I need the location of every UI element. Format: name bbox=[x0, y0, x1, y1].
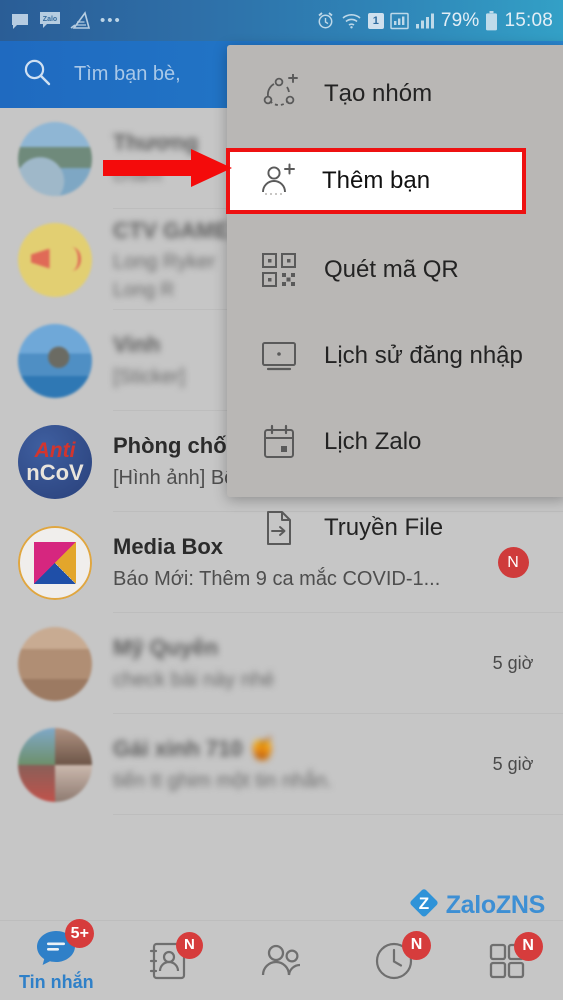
menu-item-add-friend[interactable]: Thêm bạn bbox=[226, 148, 526, 214]
notification-count-badge: 1 bbox=[367, 12, 384, 29]
menu-item-label: Lịch Zalo bbox=[324, 428, 422, 455]
timeline-clock-icon[interactable]: N bbox=[373, 930, 432, 982]
calendar-icon bbox=[260, 423, 304, 461]
qr-code-icon bbox=[260, 251, 304, 289]
zalo-app-screen: Zalo ••• 1 79% 15:08 Tìm bạn bè, Thương … bbox=[0, 0, 563, 1000]
status-bar-left-icons: Zalo ••• bbox=[10, 10, 122, 31]
chat-preview: tiến tt ghim một tin nhắn. bbox=[113, 769, 333, 792]
monitor-icon bbox=[260, 337, 304, 375]
menu-item-scan-qr[interactable]: Quét mã QR bbox=[227, 238, 563, 302]
avatar: Anti nCoV bbox=[18, 424, 92, 499]
clock-label: 15:08 bbox=[504, 9, 553, 31]
nav-badge: N bbox=[175, 931, 203, 959]
nav-tab-timeline[interactable]: N bbox=[338, 921, 451, 1000]
zalo-icon: Zalo bbox=[39, 11, 61, 30]
chat-text-block: Mỹ Quyên check bài này nhé bbox=[113, 634, 475, 693]
add-friend-icon bbox=[258, 161, 302, 201]
battery-icon bbox=[485, 10, 498, 31]
message-icon bbox=[10, 11, 30, 31]
nav-tab-more-apps[interactable]: N bbox=[450, 921, 563, 1000]
chat-list-item[interactable]: Gái xinh 710 🍯 tiến tt ghim một tin nhắn… bbox=[0, 714, 563, 815]
file-transfer-icon bbox=[260, 509, 304, 547]
chat-text-block: Gái xinh 710 🍯 tiến tt ghim một tin nhắn… bbox=[113, 735, 475, 794]
nav-badge: N bbox=[513, 931, 543, 961]
svg-text:Z: Z bbox=[419, 894, 429, 913]
menu-item-label: Lịch sử đăng nhập bbox=[324, 342, 523, 369]
chat-timestamp: 5 giờ bbox=[492, 754, 534, 774]
zalozns-watermark: Z ZaloZNS bbox=[408, 887, 545, 924]
more-apps-icon[interactable]: N bbox=[487, 931, 543, 981]
more-dots-icon: ••• bbox=[100, 12, 122, 29]
boat-icon bbox=[70, 10, 91, 31]
alarm-clock-icon bbox=[316, 11, 335, 30]
overflow-dropdown-menu[interactable]: Tạo nhóm Thêm bạn Quét mã QR Lịch sử đăn… bbox=[226, 45, 563, 545]
wifi-icon bbox=[341, 12, 362, 29]
nav-tab-label: Tin nhắn bbox=[18, 972, 94, 992]
chat-title: Mỹ Quyên bbox=[113, 635, 219, 661]
contacts-icon[interactable]: N bbox=[148, 931, 203, 982]
menu-item-label: Quét mã QR bbox=[324, 256, 459, 283]
watermark-label: ZaloZNS bbox=[445, 891, 546, 919]
bottom-navigation-bar[interactable]: 5+ Tin nhắn N N N bbox=[0, 919, 563, 1000]
nav-tab-contacts[interactable]: N bbox=[113, 921, 226, 1000]
chat-preview: Báo Mới: Thêm 9 ca mắc COVID-1... bbox=[113, 567, 441, 590]
avatar bbox=[18, 727, 92, 802]
avatar bbox=[18, 323, 92, 398]
avatar bbox=[18, 222, 92, 297]
avatar bbox=[18, 525, 92, 600]
menu-item-label: Truyền File bbox=[324, 514, 444, 541]
menu-item-zalo-calendar[interactable]: Lịch Zalo bbox=[227, 410, 563, 474]
nav-badge: N bbox=[402, 930, 432, 960]
chat-title: Gái xinh 710 🍯 bbox=[113, 736, 277, 762]
signal-box-icon bbox=[390, 12, 409, 30]
search-icon[interactable] bbox=[22, 57, 52, 92]
search-input-placeholder[interactable]: Tìm bạn bè, bbox=[74, 63, 181, 86]
nav-tab-messages[interactable]: 5+ Tin nhắn bbox=[0, 919, 113, 1000]
create-group-icon bbox=[260, 74, 304, 114]
menu-item-label: Thêm bạn bbox=[322, 167, 431, 194]
red-arrow-annotation bbox=[103, 146, 233, 190]
menu-item-label: Tạo nhóm bbox=[324, 80, 433, 107]
menu-item-file-transfer[interactable]: Truyền File bbox=[227, 496, 563, 560]
chat-meta: 5 giờ bbox=[481, 754, 545, 775]
zalo-diamond-icon: Z bbox=[408, 887, 440, 924]
chat-preview: check bài này nhé bbox=[113, 668, 275, 691]
nav-tab-groups[interactable] bbox=[225, 921, 338, 1000]
battery-percent-label: 79% bbox=[440, 9, 480, 31]
messages-icon[interactable]: 5+ bbox=[34, 919, 95, 968]
chat-meta: 5 giờ bbox=[481, 653, 545, 674]
menu-item-login-history[interactable]: Lịch sử đăng nhập bbox=[227, 324, 563, 388]
svg-text:Zalo: Zalo bbox=[43, 16, 57, 23]
avatar bbox=[18, 121, 92, 196]
status-bar: Zalo ••• 1 79% 15:08 bbox=[0, 0, 563, 41]
search-bar[interactable]: Tìm bạn bè, bbox=[22, 57, 181, 92]
chat-list-item[interactable]: Mỹ Quyên check bài này nhé 5 giờ bbox=[0, 613, 563, 714]
nav-badge: 5+ bbox=[65, 919, 95, 948]
chat-timestamp: 5 giờ bbox=[492, 653, 534, 673]
status-bar-right-icons: 1 79% 15:08 bbox=[316, 10, 553, 32]
menu-item-create-group[interactable]: Tạo nhóm bbox=[227, 62, 563, 126]
avatar bbox=[18, 626, 92, 701]
groups-icon[interactable] bbox=[256, 941, 306, 981]
signal-bars-icon bbox=[415, 12, 435, 29]
row-divider bbox=[113, 814, 563, 815]
